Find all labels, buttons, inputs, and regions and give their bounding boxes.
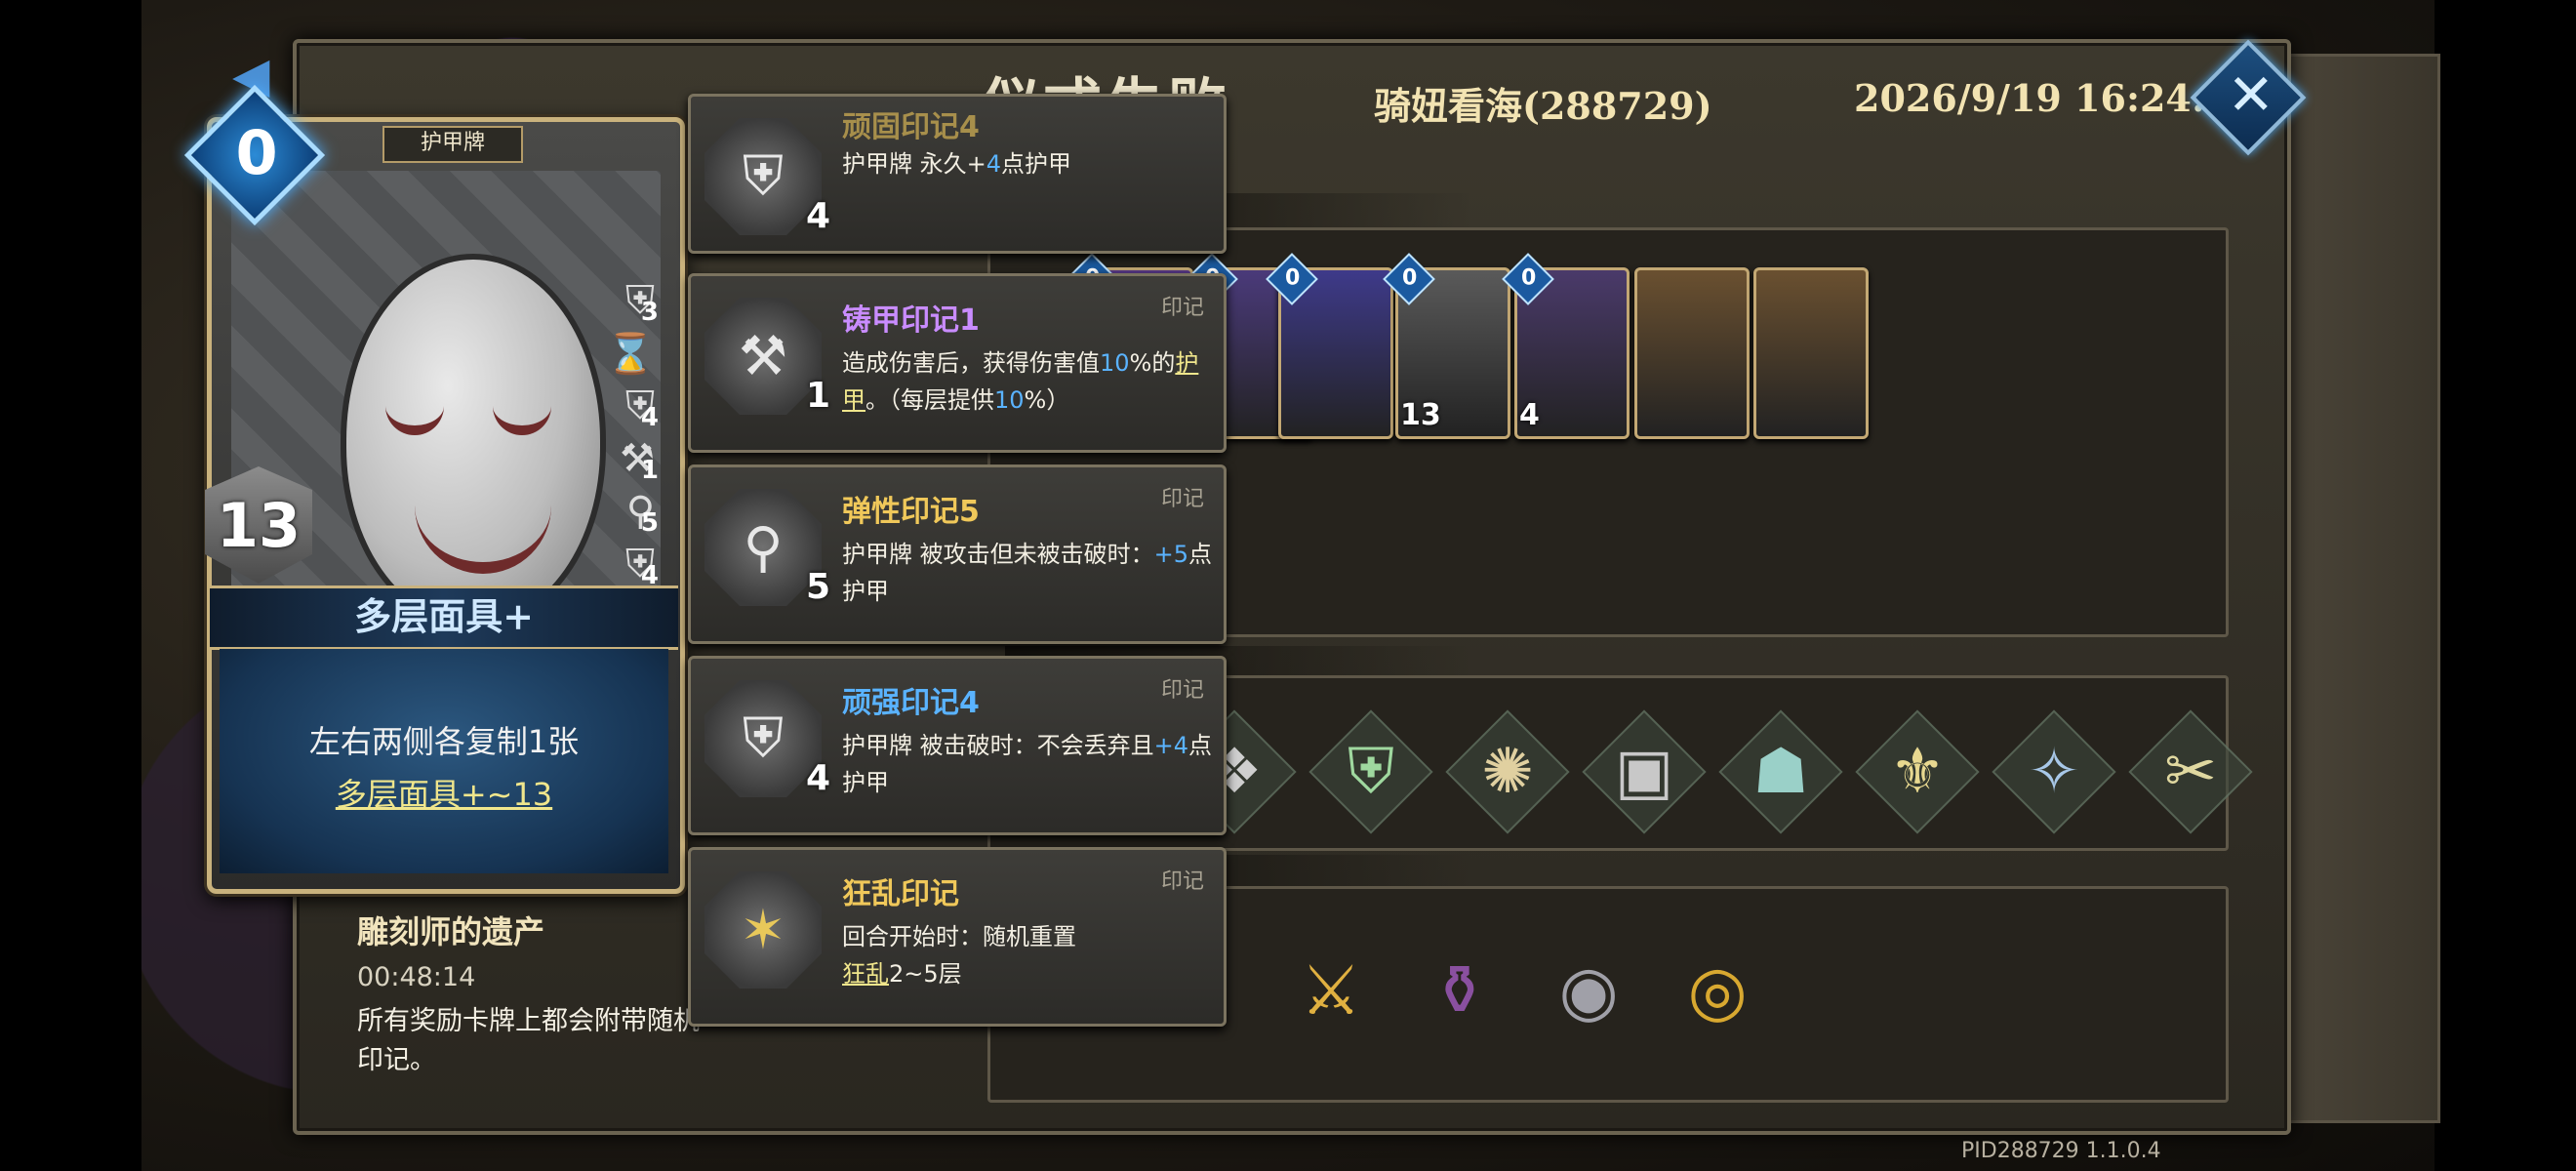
mask-illustration — [341, 254, 606, 626]
item-icon-3[interactable]: ⚔ — [1282, 927, 1380, 1054]
side-panel-tab — [2288, 54, 2440, 1123]
hammer-mark-icon: ⚒ — [704, 298, 822, 415]
mark-tooltip-1: ⛨ 4 顽固印记4 护甲牌 永久+4点护甲 — [688, 94, 1227, 254]
mask-mouth — [415, 504, 551, 574]
build-id: PID288729 1.1.0.4 — [1961, 1139, 2161, 1163]
relic-icon-2[interactable]: ⛨ — [1308, 709, 1433, 834]
card-description-link[interactable]: 多层面具+~13 — [220, 770, 668, 815]
card-type-label: 护甲牌 — [382, 126, 523, 163]
mark-icon-4[interactable]: ⚒ 1 — [577, 436, 659, 489]
card-armor-value: 4 — [1519, 398, 1540, 432]
relic-description: 所有奖励卡牌上都会附带随机印记。 — [357, 1006, 700, 1075]
item-icon-6[interactable]: ◎ — [1669, 927, 1766, 1054]
deck-card[interactable] — [1634, 267, 1750, 439]
tough-mark-icon: ⛨ — [704, 680, 822, 797]
mask-eye-right — [493, 396, 551, 435]
deck-card[interactable]: 0 — [1266, 253, 1393, 439]
relic-icon-5[interactable]: ☗ — [1718, 709, 1843, 834]
mark-icon-3[interactable]: ⛨ 4 — [577, 384, 659, 436]
deck-card[interactable] — [1753, 267, 1869, 439]
shield-mark-icon: ⛨ — [704, 118, 822, 235]
relic-icon-7[interactable]: ✧ — [1992, 709, 2116, 834]
relic-info: 雕刻师的遗产 00:48:14 所有奖励卡牌上都会附带随机印记。 — [357, 908, 708, 1080]
elastic-mark-icon: ⚲ — [704, 489, 822, 606]
close-icon: ✕ — [2227, 61, 2275, 129]
mark-icon-1[interactable]: ⛨ 3 — [577, 278, 659, 331]
card-description: 左右两侧各复制1张 多层面具+~13 — [220, 649, 668, 873]
mark-icon-5[interactable]: ⚲ 5 — [577, 489, 659, 542]
mark-tooltip-4: ⛨ 4 印记 顽强印记4 护甲牌 被击破时：不会丢弃且+4点护甲 — [688, 656, 1227, 835]
relic-icon-4[interactable]: ▣ — [1582, 709, 1707, 834]
player-name: 骑妞看海(288729) — [1374, 84, 1712, 128]
relic-icon-3[interactable]: ✺ — [1445, 709, 1570, 834]
relic-icon-6[interactable]: ⚜ — [1855, 709, 1980, 834]
item-icon-4[interactable]: ⚱ — [1411, 927, 1509, 1054]
mark-tooltip-2: ⚒ 1 印记 铸甲印记1 造成伤害后，获得伤害值10%的护甲。（每层提供10%） — [688, 273, 1227, 453]
deck-card[interactable]: 04 — [1502, 253, 1630, 439]
card-armor-value: 13 — [1400, 398, 1441, 432]
deck-card[interactable]: 0 13 — [1383, 253, 1510, 439]
mark-icon-2[interactable]: ⌛ — [577, 331, 655, 384]
relic-icon-8[interactable]: ✂ — [2128, 709, 2253, 834]
mask-eye-left — [385, 396, 444, 435]
relic-name: 雕刻师的遗产 — [357, 913, 545, 950]
mark-tooltip-5: ✶ 印记 狂乱印记 回合开始时：随机重置 狂乱2~5层 — [688, 847, 1227, 1027]
item-icon-5[interactable]: ◉ — [1540, 927, 1637, 1054]
card-name: 多层面具+ — [210, 586, 678, 650]
relic-time: 00:48:14 — [357, 962, 476, 992]
mark-tooltip-3: ⚲ 5 印记 弹性印记5 护甲牌 被攻击但未被击破时：+5点护甲 — [688, 464, 1227, 644]
frenzy-mark-icon: ✶ — [704, 871, 822, 989]
